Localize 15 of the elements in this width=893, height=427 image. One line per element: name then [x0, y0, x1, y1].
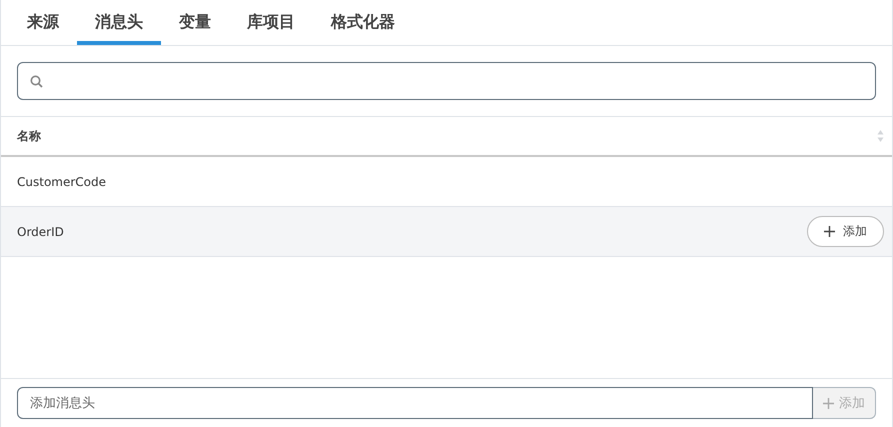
tab[interactable]: 库项目: [229, 0, 313, 45]
plus-icon: [823, 398, 834, 408]
search-icon: [30, 74, 43, 88]
tab[interactable]: 来源: [9, 0, 77, 45]
tab[interactable]: 变量: [161, 0, 229, 45]
table-row[interactable]: OrderID 添加: [1, 207, 892, 257]
table-cell: OrderID: [17, 224, 64, 238]
tab[interactable]: 消息头: [77, 0, 161, 45]
input-field[interactable]: 添加消息头: [17, 387, 813, 419]
add-button[interactable]: 添加: [807, 216, 884, 247]
column-header[interactable]: 名称: [17, 128, 41, 144]
search-field[interactable]: [17, 62, 876, 100]
table-cell: CustomerCode: [17, 174, 106, 188]
plus-icon: [824, 226, 835, 237]
tab[interactable]: 格式化器: [313, 0, 413, 45]
